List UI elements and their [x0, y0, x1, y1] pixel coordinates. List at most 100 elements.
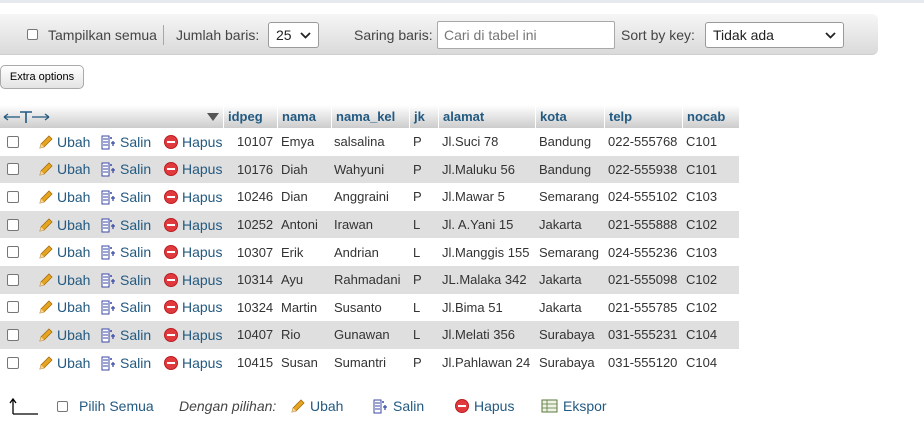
column-header-idpeg[interactable]: idpeg [223, 105, 277, 128]
row-copy-link[interactable]: Salin [101, 349, 151, 377]
row-edit-link[interactable]: Ubah [38, 156, 90, 184]
row-delete-link[interactable]: Hapus [163, 349, 222, 377]
row-edit-link[interactable]: Ubah [38, 294, 90, 322]
cell-alamat: Jl.Bima 51 [442, 299, 503, 315]
row-edit-link[interactable]: Ubah [38, 183, 90, 211]
show-all-checkbox[interactable] [27, 29, 38, 40]
cell-telp: 021-555098 [608, 272, 678, 288]
row-copy-link[interactable]: Salin [101, 156, 151, 184]
column-header-nama-kel[interactable]: nama_kel [331, 105, 409, 128]
cell-jk: P [413, 355, 422, 371]
pencil-icon [39, 328, 53, 342]
column-header-telp[interactable]: telp [604, 105, 682, 128]
top-border [0, 0, 924, 3]
row-edit-link[interactable]: Ubah [38, 266, 90, 294]
cell-nama: Ayu [281, 272, 304, 288]
cell-nama: Martin [281, 299, 318, 315]
select-all-control[interactable]: Pilih Semua [57, 391, 154, 421]
pencil-icon [39, 162, 53, 176]
row-copy-link[interactable]: Salin [101, 211, 151, 239]
row-delete-link[interactable]: Hapus [163, 128, 222, 156]
cell-nama: Dian [281, 189, 308, 205]
delete-icon [164, 327, 178, 342]
row-checkbox[interactable] [7, 156, 19, 184]
cell-telp: 024-555236 [608, 244, 678, 260]
cell-nama-kel: Wahyuni [334, 161, 385, 177]
row-delete-label: Hapus [182, 133, 223, 150]
row-copy-label: Salin [120, 133, 152, 150]
extra-options-button[interactable]: Extra options [0, 65, 84, 89]
cell-jk: P [413, 134, 422, 150]
cell-nocab: C102 [686, 272, 718, 288]
bulk-delete-button[interactable]: Hapus [454, 391, 514, 421]
cell-alamat: Jl.Maluku 56 [442, 161, 515, 177]
row-edit-link[interactable]: Ubah [38, 349, 90, 377]
row-delete-label: Hapus [182, 326, 223, 343]
copy-row-icon [101, 190, 115, 205]
cell-nama: Rio [281, 327, 301, 343]
row-edit-link[interactable]: Ubah [38, 128, 90, 156]
filter-rows-input[interactable]: Cari di tabel ini [437, 21, 615, 49]
row-delete-link[interactable]: Hapus [163, 211, 222, 239]
row-checkbox[interactable] [7, 183, 19, 211]
row-checkbox[interactable] [7, 128, 19, 156]
cell-nama-kel: salsalina [334, 134, 385, 150]
table-row: Ubah Salin Hapus 10107 Emya salsalina P Jl.Suci… [0, 128, 739, 156]
column-header-alamat[interactable]: alamat [438, 105, 535, 128]
cell-nocab: C102 [686, 217, 718, 233]
select-all-checkbox[interactable] [57, 400, 68, 412]
cell-jk: P [413, 161, 422, 177]
row-copy-link[interactable]: Salin [101, 183, 151, 211]
table-row: Ubah Salin Hapus 10307 Erik Andrian L Jl.Manggi… [0, 238, 739, 266]
column-header-jk[interactable]: jk [409, 105, 438, 128]
copy-row-icon [101, 245, 115, 260]
delete-icon [164, 134, 178, 149]
row-edit-link[interactable]: Ubah [38, 238, 90, 266]
row-checkbox[interactable] [7, 321, 19, 349]
column-header-nama[interactable]: nama [277, 105, 331, 128]
cell-kota: Semarang [539, 189, 599, 205]
show-all-label: Tampilkan semua [48, 26, 157, 43]
row-delete-link[interactable]: Hapus [163, 294, 222, 322]
row-delete-link[interactable]: Hapus [163, 266, 222, 294]
copy-row-icon [101, 356, 115, 371]
row-delete-link[interactable]: Hapus [163, 238, 222, 266]
cell-nama-kel: Rahmadani [334, 272, 401, 288]
rows-count-select[interactable]: 25 [268, 22, 319, 48]
cell-kota: Jakarta [539, 272, 582, 288]
bulk-edit-button[interactable]: Ubah [290, 391, 343, 421]
row-copy-label: Salin [120, 216, 152, 233]
row-copy-link[interactable]: Salin [101, 266, 151, 294]
sort-by-key-select[interactable]: Tidak ada [705, 22, 844, 48]
row-checkbox[interactable] [7, 266, 19, 294]
row-checkbox[interactable] [7, 211, 19, 239]
row-copy-link[interactable]: Salin [101, 294, 151, 322]
sort-menu-triangle-icon[interactable] [206, 105, 220, 128]
bulk-export-button[interactable]: Ekspor [541, 391, 607, 421]
cell-telp: 021-555785 [608, 299, 678, 315]
copy-row-icon [101, 328, 115, 343]
row-checkbox[interactable] [7, 238, 19, 266]
cell-idpeg: 10415 [237, 355, 274, 371]
row-edit-link[interactable]: Ubah [38, 211, 90, 239]
cell-nocab: C101 [686, 134, 718, 150]
row-checkbox[interactable] [7, 294, 19, 322]
column-header-kota[interactable]: kota [535, 105, 604, 128]
cell-nocab: C104 [686, 355, 718, 371]
bulk-copy-button[interactable]: Salin [373, 391, 424, 421]
column-header-nocab[interactable]: nocab [682, 105, 739, 128]
filter-rows-label: Saring baris: [354, 26, 433, 43]
table-row: Ubah Salin Hapus 10176 Diah Wahyuni P Jl.Maluku… [0, 155, 739, 184]
row-delete-link[interactable]: Hapus [163, 183, 222, 211]
row-copy-label: Salin [120, 326, 152, 343]
row-copy-link[interactable]: Salin [101, 238, 151, 266]
row-delete-link[interactable]: Hapus [163, 321, 222, 349]
row-edit-link[interactable]: Ubah [38, 321, 90, 349]
cell-nama-kel: Gunawan [334, 327, 390, 343]
row-checkbox[interactable] [7, 349, 19, 377]
row-delete-link[interactable]: Hapus [163, 156, 222, 184]
show-all-control[interactable]: Tampilkan semua [27, 14, 157, 55]
row-copy-link[interactable]: Salin [101, 321, 151, 349]
row-copy-link[interactable]: Salin [101, 128, 151, 156]
column-resize-arrows-icon[interactable] [2, 105, 52, 128]
